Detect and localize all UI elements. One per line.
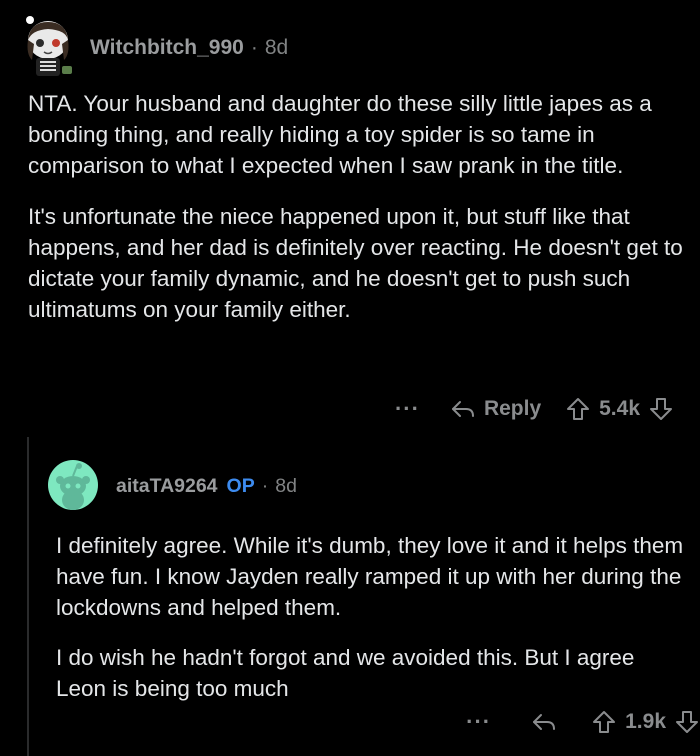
comment-actions: ··· 1.9k	[466, 705, 700, 739]
reply-label: Reply	[483, 397, 542, 420]
comment-aitata: aitaTA9264 OP · 8d I definitely agree. W…	[30, 440, 700, 756]
comment-witchbitch: Witchbitch_990 · 8d NTA. Your husband an…	[0, 0, 700, 430]
vote-score: 5.4k	[599, 397, 640, 420]
comment-body: NTA. Your husband and daughter do these …	[28, 88, 683, 345]
meta-separator: ·	[250, 36, 258, 59]
comment-body: I definitely agree. While it's dumb, the…	[56, 530, 686, 723]
comment-meta: Witchbitch_990 · 8d	[90, 34, 288, 62]
downvote-arrow-icon[interactable]	[648, 396, 674, 422]
thread-collapse-line[interactable]	[27, 437, 29, 756]
reply-button[interactable]: Reply	[450, 397, 541, 421]
username[interactable]: Witchbitch_990	[90, 36, 244, 60]
downvote-arrow-icon[interactable]	[674, 709, 700, 735]
user-avatar-icon[interactable]	[18, 14, 76, 76]
more-options-button[interactable]: ···	[395, 396, 420, 422]
comment-paragraph: I definitely agree. While it's dumb, the…	[56, 533, 684, 620]
upvote-arrow-icon[interactable]	[591, 709, 617, 735]
comment-paragraph: NTA. Your husband and daughter do these …	[28, 91, 652, 178]
reply-arrow-icon	[533, 714, 556, 730]
comment-paragraph: I do wish he hadn't forgot and we avoide…	[56, 645, 635, 701]
vote-controls: 5.4k	[565, 396, 674, 422]
meta-separator: ·	[261, 474, 269, 497]
upvote-arrow-icon[interactable]	[565, 396, 591, 422]
username[interactable]: aitaTA9264	[116, 475, 218, 498]
snoo-avatar-icon[interactable]	[48, 460, 98, 510]
vote-score: 1.9k	[625, 710, 666, 733]
vote-controls: 1.9k	[591, 709, 700, 735]
comment-actions: ··· Reply 5.4k	[395, 392, 674, 426]
reply-button[interactable]	[531, 712, 565, 732]
comment-age: 8d	[275, 474, 297, 497]
more-options-button[interactable]: ···	[466, 709, 491, 735]
op-badge: OP	[226, 474, 255, 497]
comment-age: 8d	[264, 36, 289, 59]
comment-meta: aitaTA9264 OP · 8d	[116, 473, 297, 499]
comment-paragraph: It's unfortunate the niece happened upon…	[28, 204, 683, 322]
reply-arrow-icon	[451, 401, 474, 417]
